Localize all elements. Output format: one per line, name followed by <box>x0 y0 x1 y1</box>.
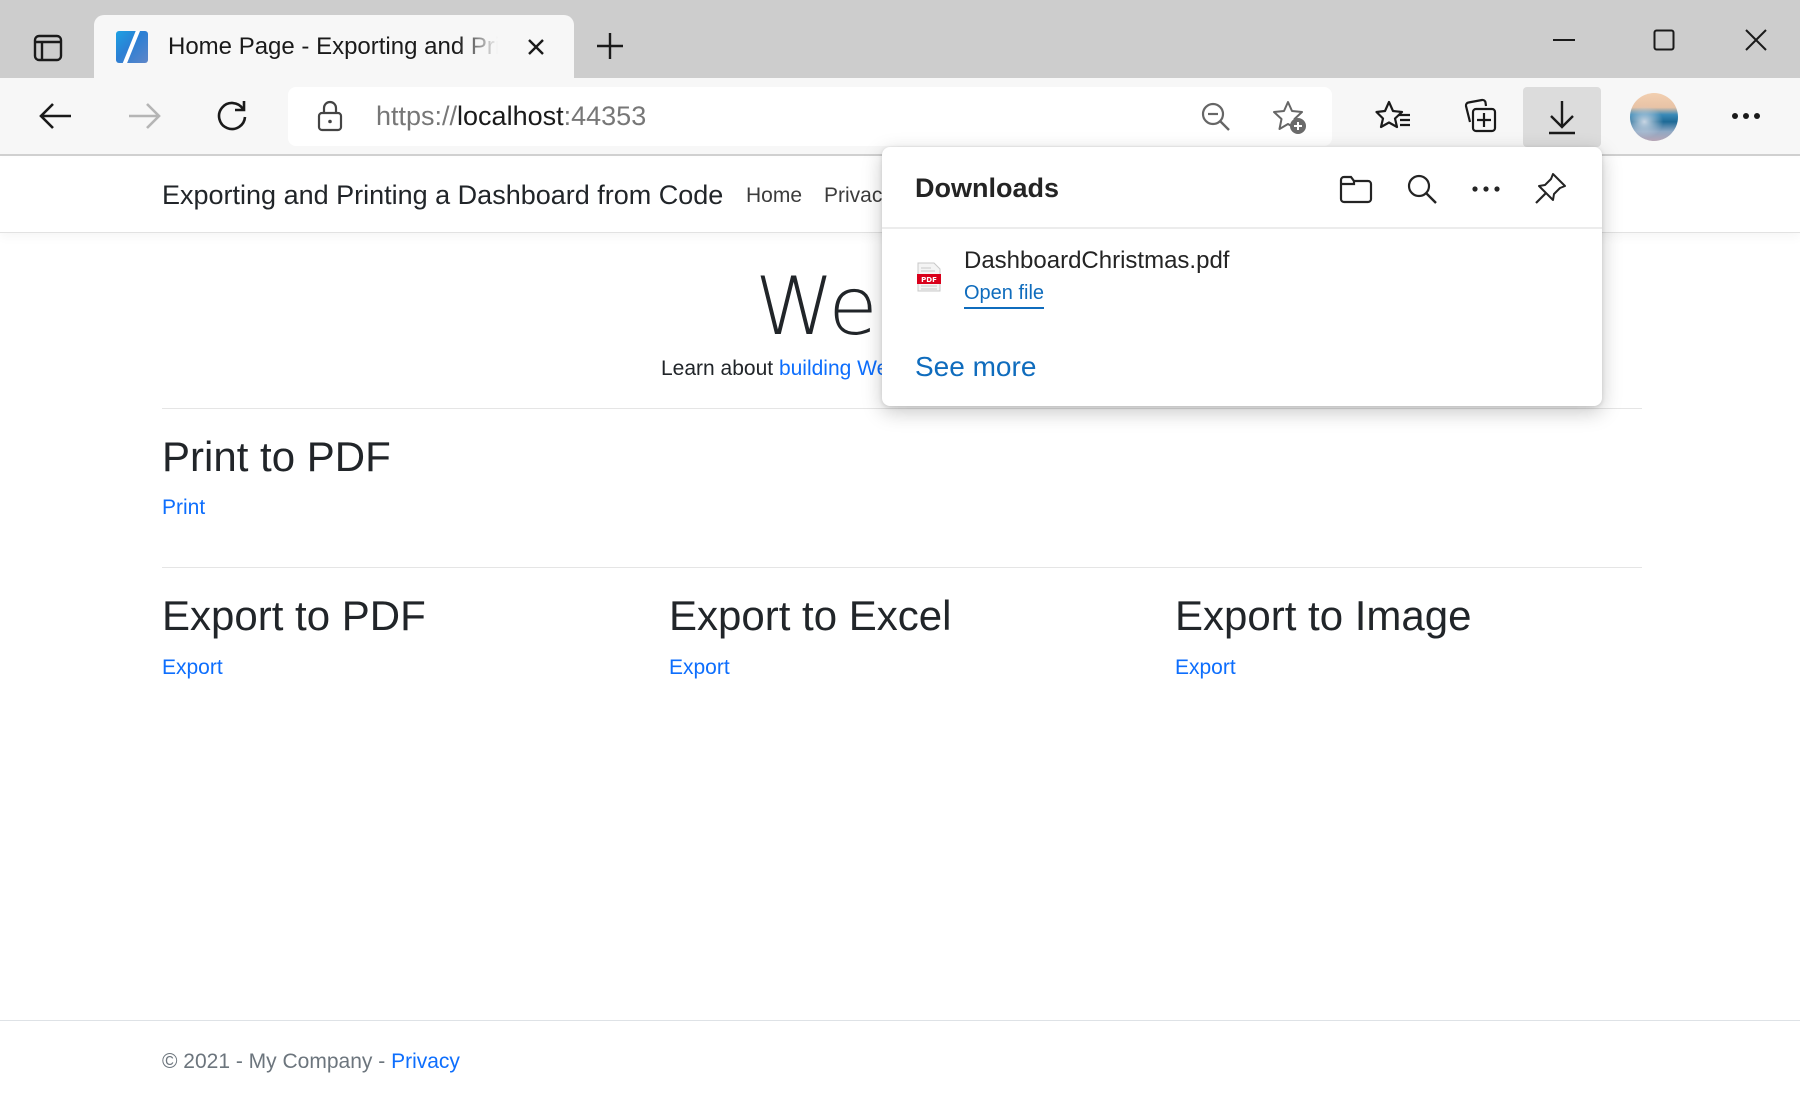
export-image-link[interactable]: Export <box>1175 656 1236 680</box>
downloads-divider <box>882 227 1602 229</box>
collections-button[interactable] <box>1452 88 1508 144</box>
downloads-icon <box>1549 101 1575 135</box>
lock-icon[interactable] <box>316 100 344 132</box>
tab-bar: Home Page - Exporting and Printing a Das… <box>0 0 1800 79</box>
url-text[interactable]: https://localhost:44353 <box>376 101 646 132</box>
add-favorite-button[interactable] <box>1270 97 1310 137</box>
export-to-excel-heading: Export to Excel <box>669 592 952 639</box>
url-port: :44353 <box>563 101 647 131</box>
forward-button[interactable] <box>116 88 172 144</box>
profile-avatar[interactable] <box>1630 93 1678 141</box>
downloads-panel: Downloads PDF DashboardChristmas.pdf Ope… <box>882 147 1602 406</box>
footer-copyright: © 2021 - My Company - <box>162 1050 392 1073</box>
footer-privacy-link[interactable]: Privacy <box>391 1050 460 1073</box>
refresh-icon <box>217 101 247 131</box>
minimize-button[interactable] <box>1536 20 1592 60</box>
tab-actions-button[interactable] <box>28 28 68 68</box>
zoom-out-button[interactable] <box>1196 97 1236 137</box>
downloads-more-options-button[interactable] <box>1464 167 1508 211</box>
more-icon <box>1732 113 1760 119</box>
tab-actions-icon <box>33 34 63 62</box>
favorites-icon <box>1375 100 1410 129</box>
print-link[interactable]: Print <box>162 496 205 520</box>
pdf-badge-label: PDF <box>921 276 937 284</box>
tab-close-button[interactable] <box>520 31 552 63</box>
tab-title: Home Page - Exporting and Printing a Das… <box>168 33 498 60</box>
open-downloads-folder-button[interactable] <box>1334 167 1378 211</box>
new-tab-button[interactable] <box>590 26 630 66</box>
search-icon <box>1407 174 1437 204</box>
app-favicon <box>116 31 148 63</box>
back-button[interactable] <box>28 88 84 144</box>
nav-home-link[interactable]: Home <box>746 184 802 208</box>
print-to-pdf-heading: Print to PDF <box>162 433 391 480</box>
downloads-title: Downloads <box>915 173 1060 203</box>
window-close-icon <box>1745 29 1767 51</box>
refresh-button[interactable] <box>204 88 260 144</box>
settings-more-button[interactable] <box>1718 88 1774 144</box>
export-excel-link[interactable]: Export <box>669 656 730 680</box>
window-close-button[interactable] <box>1728 20 1784 60</box>
url-scheme: https:// <box>376 101 458 131</box>
close-icon <box>528 39 544 55</box>
add-favorite-icon <box>1273 101 1306 134</box>
more-options-icon <box>1472 186 1500 192</box>
divider <box>162 567 1642 568</box>
site-brand-link[interactable]: Exporting and Printing a Dashboard from … <box>162 180 723 211</box>
open-file-link[interactable]: Open file <box>964 282 1045 309</box>
footer-divider <box>0 1020 1800 1021</box>
search-downloads-button[interactable] <box>1400 167 1444 211</box>
open-folder-icon <box>1339 175 1373 204</box>
collections-icon <box>1464 98 1497 133</box>
export-to-pdf-heading: Export to PDF <box>162 592 426 639</box>
pin-downloads-button[interactable] <box>1528 167 1572 211</box>
downloads-button[interactable] <box>1523 87 1601 147</box>
active-tab[interactable]: Home Page - Exporting and Printing a Das… <box>94 15 574 79</box>
pdf-file-icon: PDF <box>917 262 941 292</box>
export-pdf-link[interactable]: Export <box>162 656 223 680</box>
browser-toolbar: https://localhost:44353 <box>0 78 1800 156</box>
footer: © 2021 - My Company - Privacy <box>162 1050 460 1074</box>
favorites-button[interactable] <box>1366 88 1422 144</box>
zoom-out-icon <box>1201 102 1230 131</box>
address-bar[interactable]: https://localhost:44353 <box>288 87 1332 146</box>
hero-subtitle-prefix: Learn about <box>661 357 779 380</box>
minimize-icon <box>1553 39 1575 41</box>
export-to-image-heading: Export to Image <box>1175 592 1472 639</box>
forward-icon <box>129 103 161 129</box>
back-icon <box>39 103 71 129</box>
download-filename: DashboardChristmas.pdf <box>964 247 1230 274</box>
pin-icon <box>1535 173 1566 204</box>
see-more-link[interactable]: See more <box>915 351 1036 383</box>
maximize-button[interactable] <box>1636 20 1692 60</box>
divider <box>162 408 1642 409</box>
url-host: localhost <box>457 101 564 131</box>
maximize-icon <box>1653 29 1675 51</box>
plus-icon <box>597 33 623 59</box>
